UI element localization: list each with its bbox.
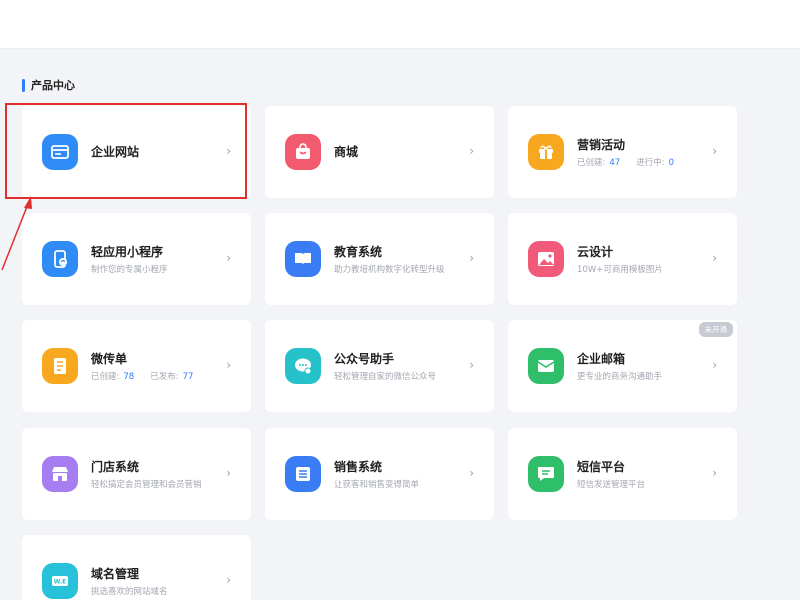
card-marketing[interactable]: 营销活动已创建: 47 进行中: 0 › bbox=[508, 106, 737, 198]
stat-label: 已创建: bbox=[577, 158, 606, 168]
card-description: 助力教培机构数字化转型升级 bbox=[334, 265, 445, 275]
card-title: 企业邮箱 bbox=[577, 352, 626, 366]
chevron-right-icon: › bbox=[712, 358, 717, 372]
stat-value: 77 bbox=[182, 372, 194, 382]
card-official-account[interactable]: 公众号助手轻松管理自家的微信公众号 › bbox=[265, 320, 494, 412]
card-micro-leaflet[interactable]: 微传单已创建: 78 已发布: 77 › bbox=[22, 320, 251, 412]
card-description: 挑选喜欢的网站域名 bbox=[91, 587, 168, 597]
section-title: 产品中心 bbox=[22, 77, 75, 93]
card-education[interactable]: 教育系统助力教培机构数字化转型升级 › bbox=[265, 213, 494, 305]
card-title: 云设计 bbox=[577, 245, 614, 259]
card-title: 教育系统 bbox=[334, 245, 383, 259]
mail-icon bbox=[528, 348, 564, 384]
stat-value: 0 bbox=[668, 158, 674, 168]
image-icon bbox=[528, 241, 564, 277]
card-title: 短信平台 bbox=[577, 460, 626, 474]
domain-icon: W.E bbox=[42, 563, 78, 599]
card-store-system[interactable]: 门店系统轻松搞定会员管理和会员营销 › bbox=[22, 428, 251, 520]
card-domain-management[interactable]: W.E 域名管理挑选喜欢的网站域名 › bbox=[22, 535, 251, 600]
chevron-right-icon: › bbox=[226, 144, 231, 158]
chevron-right-icon: › bbox=[469, 466, 474, 480]
stat-value: 47 bbox=[609, 158, 621, 168]
message-icon bbox=[528, 456, 564, 492]
card-sales-system[interactable]: 销售系统让获客和销售变得简单 › bbox=[265, 428, 494, 520]
card-stats: 已创建: 47 进行中: 0 bbox=[577, 156, 690, 168]
chat-gear-icon bbox=[285, 348, 321, 384]
card-title: 商城 bbox=[334, 145, 359, 159]
chevron-right-icon: › bbox=[226, 251, 231, 265]
card-title: 销售系统 bbox=[334, 460, 383, 474]
status-badge: 未开通 bbox=[698, 322, 733, 337]
shopping-bag-icon bbox=[285, 134, 321, 170]
chevron-right-icon: › bbox=[226, 358, 231, 372]
store-icon bbox=[42, 456, 78, 492]
top-bar bbox=[0, 0, 800, 48]
leaflet-icon bbox=[42, 348, 78, 384]
card-description: 轻松管理自家的微信公众号 bbox=[334, 372, 437, 382]
svg-text:W.E: W.E bbox=[54, 579, 67, 586]
card-description: 短信发送管理平台 bbox=[577, 480, 646, 490]
card-description: 制作您的专属小程序 bbox=[91, 265, 168, 275]
website-icon bbox=[42, 134, 78, 170]
card-title: 公众号助手 bbox=[334, 352, 395, 366]
card-cloud-design[interactable]: 云设计 10W+可商用模板图片 › bbox=[508, 213, 737, 305]
card-title: 门店系统 bbox=[91, 460, 140, 474]
card-enterprise-mail[interactable]: 企业邮箱更专业的商务沟通助手 未开通 › bbox=[508, 320, 737, 412]
card-title: 营销活动 bbox=[577, 138, 626, 152]
card-title: 域名管理 bbox=[91, 567, 140, 581]
stat-label: 已创建: bbox=[91, 372, 120, 382]
chevron-right-icon: › bbox=[712, 144, 717, 158]
card-description: 让获客和销售变得简单 bbox=[334, 480, 420, 490]
chevron-right-icon: › bbox=[469, 144, 474, 158]
list-icon bbox=[285, 456, 321, 492]
card-sms-platform[interactable]: 短信平台短信发送管理平台 › bbox=[508, 428, 737, 520]
card-description: 轻松搞定会员管理和会员营销 bbox=[91, 480, 202, 490]
chevron-right-icon: › bbox=[226, 573, 231, 587]
card-mall[interactable]: 商城 › bbox=[265, 106, 494, 198]
annotation-arrow-icon bbox=[1, 196, 32, 271]
card-description: 10W+可商用模板图片 bbox=[577, 265, 663, 275]
chevron-right-icon: › bbox=[712, 251, 717, 265]
stat-label: 进行中: bbox=[636, 158, 665, 168]
section-title-text: 产品中心 bbox=[31, 79, 75, 92]
card-stats: 已创建: 78 已发布: 77 bbox=[91, 370, 209, 382]
card-description: 更专业的商务沟通助手 bbox=[577, 372, 663, 382]
chevron-right-icon: › bbox=[226, 466, 231, 480]
chevron-right-icon: › bbox=[469, 358, 474, 372]
card-enterprise-website[interactable]: 企业网站 › bbox=[22, 106, 251, 198]
card-title: 轻应用小程序 bbox=[91, 245, 164, 259]
stat-value: 78 bbox=[123, 372, 135, 382]
card-title: 微传单 bbox=[91, 352, 128, 366]
book-icon bbox=[285, 241, 321, 277]
chevron-right-icon: › bbox=[712, 466, 717, 480]
card-title: 企业网站 bbox=[91, 145, 140, 159]
section-marker bbox=[22, 78, 25, 92]
gift-icon bbox=[528, 134, 564, 170]
chevron-right-icon: › bbox=[469, 251, 474, 265]
stat-label: 已发布: bbox=[150, 372, 179, 382]
